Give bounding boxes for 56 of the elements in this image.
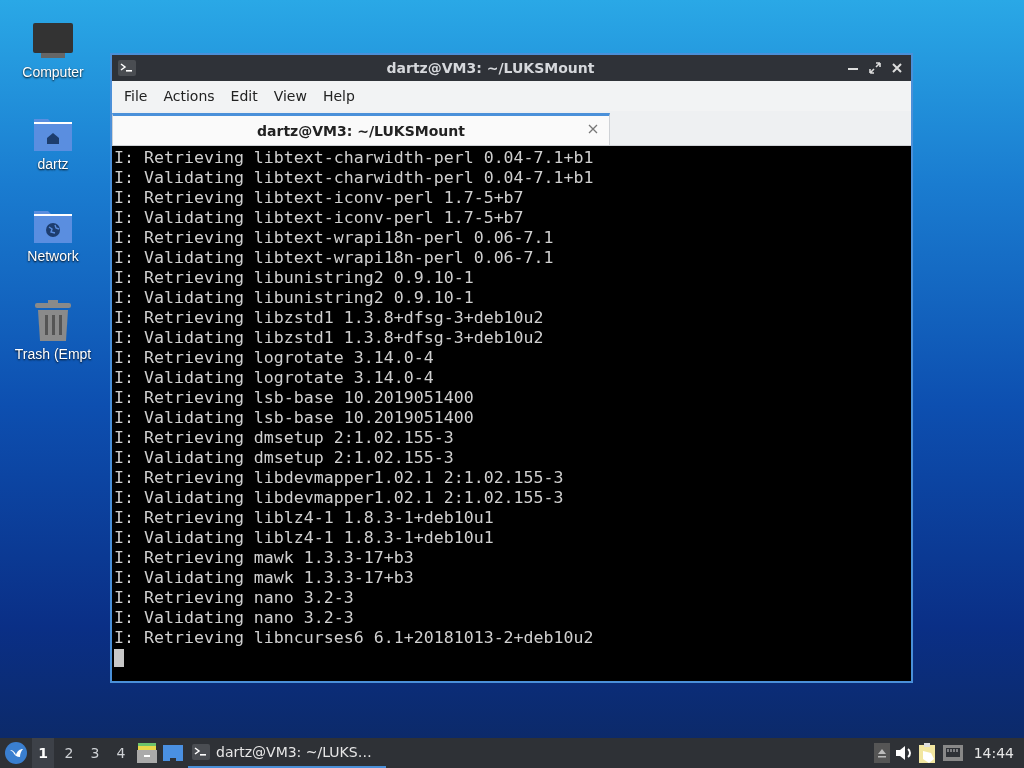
clock[interactable]: 14:44 <box>967 745 1020 761</box>
menu-item[interactable]: View <box>265 84 315 108</box>
output-line: I: Retrieving lsb-base 10.2019051400 <box>114 388 475 408</box>
close-tab-icon[interactable] <box>587 123 599 135</box>
output-line: I: Validating lsb-base 10.2019051400 <box>114 408 475 428</box>
network-port-icon[interactable] <box>941 744 964 762</box>
output-line: I: Retrieving libtext-iconv-perl 1.7-5+b7 <box>114 188 525 208</box>
window-title: dartz@VM3: ~/LUKSMount <box>385 60 596 76</box>
menu-item[interactable]: File <box>116 84 156 108</box>
taskbar-task[interactable]: dartz@VM3: ~/LUKS… <box>188 738 386 768</box>
output-line: I: Retrieving libncurses6 6.1+20181013-2+deb10u2 <box>114 628 595 648</box>
output-line: I: Validating libunistring2 0.9.10-1 <box>114 288 475 308</box>
output-line: I: Retrieving dmsetup 2:1.02.155-3 <box>114 428 455 448</box>
output-line: I: Validating libtext-wrapi18n-perl 0.06-7.1 <box>114 248 555 268</box>
output-line: I: Validating libtext-iconv-perl 1.7-5+b7 <box>114 208 525 228</box>
workspace-button[interactable]: 3 <box>84 738 106 768</box>
menu-item[interactable]: Actions <box>155 84 223 108</box>
network-folder-icon[interactable] <box>33 208 73 244</box>
menu-item[interactable]: Help <box>314 84 363 108</box>
output-line: I: Retrieving libunistring2 0.9.10-1 <box>114 268 475 288</box>
output-line: I: Retrieving libzstd1 1.3.8+dfsg-3+deb10u2 <box>114 308 545 328</box>
output-line: I: Validating libzstd1 1.3.8+dfsg-3+deb10u2 <box>114 328 545 348</box>
output-line: I: Retrieving libtext-wrapi18n-perl 0.06-7.1 <box>114 228 555 248</box>
output-line: I: Validating liblz4-1 1.8.3-1+deb10u1 <box>114 528 495 548</box>
workspace-button[interactable]: 4 <box>110 738 132 768</box>
menu-item[interactable]: Edit <box>222 84 266 108</box>
output-line: I: Retrieving libdevmapper1.02.1 2:1.02.155-3 <box>114 468 565 488</box>
output-line: I: Retrieving mawk 1.3.3-17+b3 <box>114 548 415 568</box>
output-line: I: Validating libtext-charwidth-perl 0.04-7.1+b1 <box>114 168 595 188</box>
clipboard-icon[interactable] <box>917 742 938 764</box>
output-line: I: Retrieving logrotate 3.14.0-4 <box>114 348 435 368</box>
start-menu-icon[interactable] <box>4 741 28 765</box>
output-line: I: Validating nano 3.2-3 <box>114 608 355 628</box>
desktop-icon-label[interactable]: dartz <box>37 156 69 172</box>
text-cursor <box>114 649 124 667</box>
terminal-icon <box>192 744 210 760</box>
output-line: I: Validating mawk 1.3.3-17+b3 <box>114 568 415 588</box>
terminal-tab[interactable]: dartz@VM3: ~/LUKSMount <box>112 113 610 145</box>
maximize-icon[interactable] <box>867 60 883 76</box>
output-line: I: Validating dmsetup 2:1.02.155-3 <box>114 448 455 468</box>
desktop-icon-label[interactable]: Network <box>27 248 79 264</box>
desktop-icon-label[interactable]: Trash (Empt <box>14 346 92 362</box>
monitor-icon[interactable] <box>32 22 74 60</box>
speaker-icon[interactable] <box>893 744 914 762</box>
eject-icon[interactable] <box>873 743 890 763</box>
desktop-icon[interactable] <box>162 743 184 763</box>
output-line: I: Retrieving liblz4-1 1.8.3-1+deb10u1 <box>114 508 495 528</box>
output-line: I: Retrieving nano 3.2-3 <box>114 588 355 608</box>
output-line: I: Retrieving libtext-charwidth-perl 0.04-7.1+b1 <box>114 148 595 168</box>
terminal-icon <box>118 60 136 76</box>
home-folder-icon[interactable] <box>33 116 73 152</box>
output-line: I: Validating logrotate 3.14.0-4 <box>114 368 435 388</box>
workspace-button[interactable]: 1 <box>32 738 54 768</box>
file-cabinet-icon[interactable] <box>136 742 158 764</box>
output-line: I: Validating libdevmapper1.02.1 2:1.02.155-3 <box>114 488 565 508</box>
workspace-button[interactable]: 2 <box>58 738 80 768</box>
